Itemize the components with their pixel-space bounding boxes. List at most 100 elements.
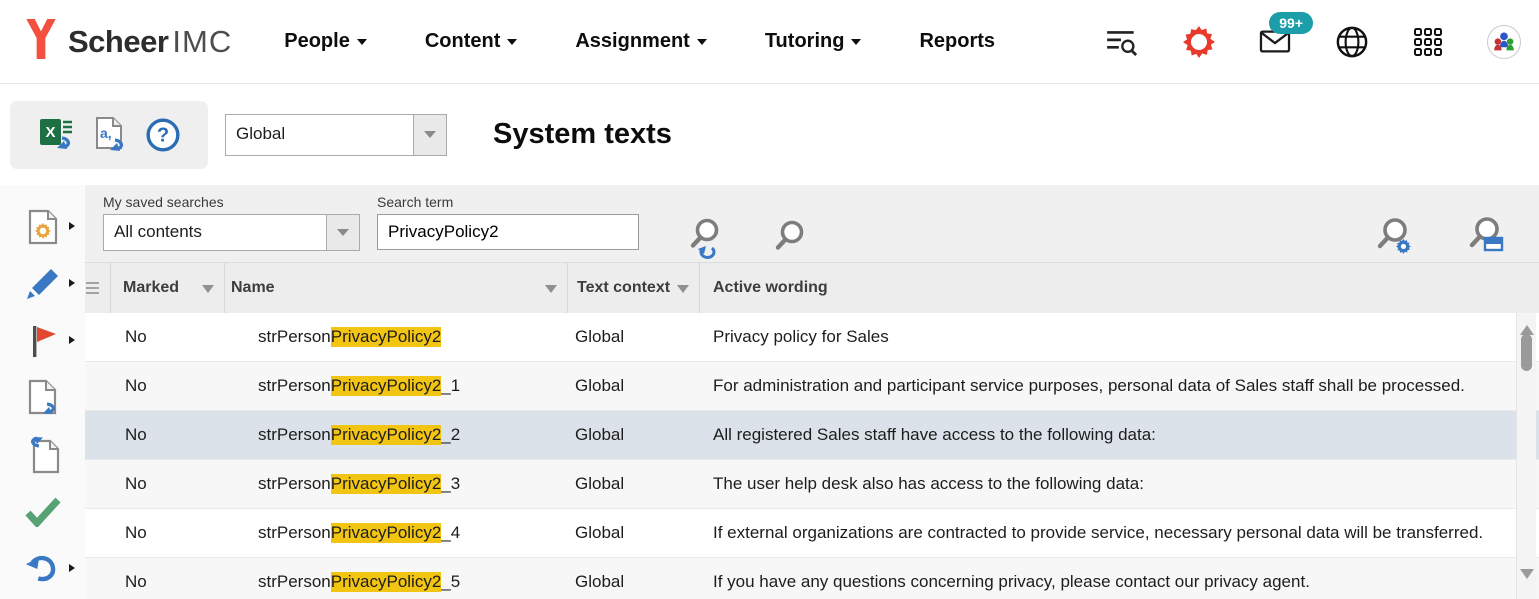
table-row[interactable]: NostrPersonPrivacyPolicy2GlobalPrivacy p…: [85, 313, 1539, 362]
svg-text:?: ?: [157, 124, 169, 146]
search-term-input[interactable]: [377, 214, 639, 250]
scope-select-caret[interactable]: [413, 115, 446, 155]
user-avatar[interactable]: [1487, 25, 1521, 59]
saved-searches-caret[interactable]: [326, 215, 359, 250]
saved-searches-select[interactable]: All contents: [103, 214, 360, 251]
table-row[interactable]: NostrPersonPrivacyPolicy2_1GlobalFor adm…: [85, 362, 1539, 411]
settings-gear-icon[interactable]: [1183, 26, 1215, 58]
flyout-arrow-icon[interactable]: [69, 222, 79, 230]
export-excel-icon[interactable]: X: [37, 116, 77, 154]
search-refresh-icon[interactable]: [685, 214, 725, 262]
column-filter-icon[interactable]: [677, 285, 689, 299]
main-menu: People Content Assignment Tutoring Reports: [284, 30, 995, 53]
table-row[interactable]: NostrPersonPrivacyPolicy2_5GlobalIf you …: [85, 558, 1539, 599]
column-drag-handle[interactable]: [85, 263, 111, 313]
brand-name: ScheerIMC: [68, 24, 232, 60]
export-document-button[interactable]: [25, 380, 61, 415]
scroll-down-icon[interactable]: [1520, 569, 1534, 586]
search-settings-icons: [1373, 212, 1523, 262]
pawns-icon: [1490, 28, 1518, 56]
table-row[interactable]: NostrPersonPrivacyPolicy2_4GlobalIf exte…: [85, 509, 1539, 558]
cell-active-wording: For administration and participant servi…: [700, 376, 1539, 396]
column-label: Name: [231, 279, 275, 297]
page-toolbar: X a, ? Global System texts: [0, 84, 1539, 185]
pencil-icon: [25, 266, 61, 302]
cell-name: strPersonPrivacyPolicy2_5: [225, 572, 568, 592]
top-navigation-bar: ScheerIMC People Content Assignment Tutorin…: [0, 0, 1539, 84]
export-icon-group: X a, ?: [10, 101, 208, 169]
chevron-down-icon: [424, 131, 436, 144]
search-settings-icon[interactable]: [1373, 212, 1415, 262]
cell-name: strPersonPrivacyPolicy2_3: [225, 474, 568, 494]
cell-text-context: Global: [568, 572, 700, 592]
brand-mark-icon: [24, 19, 58, 64]
search-icon[interactable]: [771, 214, 807, 262]
cell-active-wording: If external organizations are contracted…: [700, 523, 1539, 543]
vertical-scrollbar[interactable]: [1516, 313, 1536, 599]
column-header-name[interactable]: Name: [225, 263, 568, 313]
column-header-active-wording[interactable]: Active wording: [700, 263, 1539, 313]
page-title: System texts: [493, 118, 672, 151]
table-body: NostrPersonPrivacyPolicy2GlobalPrivacy p…: [85, 313, 1539, 599]
flyout-arrow-icon[interactable]: [69, 564, 79, 572]
column-filter-icon[interactable]: [202, 285, 214, 299]
approve-button[interactable]: [25, 494, 61, 529]
brand-logo[interactable]: ScheerIMC: [24, 19, 232, 64]
search-highlight: PrivacyPolicy2: [331, 572, 442, 592]
mark-flag-button[interactable]: [25, 323, 61, 358]
column-filter-icon[interactable]: [545, 285, 557, 299]
help-icon[interactable]: ?: [145, 117, 181, 153]
main-panel: My saved searches All contents Search te…: [85, 185, 1539, 599]
cell-marked: No: [111, 523, 225, 543]
edit-button[interactable]: [25, 266, 61, 301]
apps-grid-icon[interactable]: [1413, 27, 1443, 57]
cell-marked: No: [111, 327, 225, 347]
flyout-arrow-icon[interactable]: [69, 336, 79, 344]
search-highlight: PrivacyPolicy2: [331, 474, 442, 494]
cell-name: strPersonPrivacyPolicy2: [225, 327, 568, 347]
nav-item-content[interactable]: Content: [425, 30, 518, 53]
cell-marked: No: [111, 474, 225, 494]
globe-language-icon[interactable]: [1335, 25, 1369, 59]
search-highlight: PrivacyPolicy2: [331, 376, 442, 396]
scroll-up-icon[interactable]: [1520, 318, 1534, 335]
column-header-text-context[interactable]: Text context: [568, 263, 700, 313]
nav-item-reports[interactable]: Reports: [919, 30, 995, 53]
undo-button[interactable]: [25, 551, 61, 586]
action-rail: [0, 185, 85, 599]
column-header-marked[interactable]: Marked: [111, 263, 225, 313]
cell-text-context: Global: [568, 425, 700, 445]
chevron-down-icon: [697, 39, 707, 50]
search-list-icon[interactable]: [1105, 26, 1139, 58]
cell-name: strPersonPrivacyPolicy2_1: [225, 376, 568, 396]
table-row[interactable]: NostrPersonPrivacyPolicy2_2GlobalAll reg…: [85, 411, 1539, 460]
mail-icon[interactable]: 99+: [1259, 28, 1291, 55]
cell-marked: No: [111, 425, 225, 445]
nav-item-assignment[interactable]: Assignment: [575, 30, 706, 53]
saved-searches-field: My saved searches All contents: [103, 194, 360, 262]
import-document-button[interactable]: [25, 437, 61, 472]
nav-item-people[interactable]: People: [284, 30, 367, 53]
search-panel-icon[interactable]: [1465, 212, 1507, 262]
search-filter-bar: My saved searches All contents Search te…: [85, 185, 1539, 262]
chevron-down-icon: [851, 39, 861, 50]
cell-text-context: Global: [568, 523, 700, 543]
cell-active-wording: If you have any questions concerning pri…: [700, 572, 1539, 592]
cell-marked: No: [111, 572, 225, 592]
cell-active-wording: All registered Sales staff have access t…: [700, 425, 1539, 445]
scroll-thumb[interactable]: [1521, 334, 1532, 371]
saved-searches-label: My saved searches: [103, 194, 360, 210]
undo-arrow-icon: [25, 553, 61, 585]
cell-active-wording: Privacy policy for Sales: [700, 327, 1539, 347]
table-row[interactable]: NostrPersonPrivacyPolicy2_3GlobalThe use…: [85, 460, 1539, 509]
search-term-label: Search term: [377, 194, 639, 210]
nav-item-tutoring[interactable]: Tutoring: [765, 30, 862, 53]
scope-select[interactable]: Global: [225, 114, 447, 156]
cell-marked: No: [111, 376, 225, 396]
export-text-icon[interactable]: a,: [92, 116, 130, 154]
notification-badge: 99+: [1269, 12, 1313, 34]
flyout-arrow-icon[interactable]: [69, 279, 79, 287]
new-text-button[interactable]: [25, 209, 61, 244]
document-import-icon: [25, 436, 61, 474]
cell-name: strPersonPrivacyPolicy2_4: [225, 523, 568, 543]
